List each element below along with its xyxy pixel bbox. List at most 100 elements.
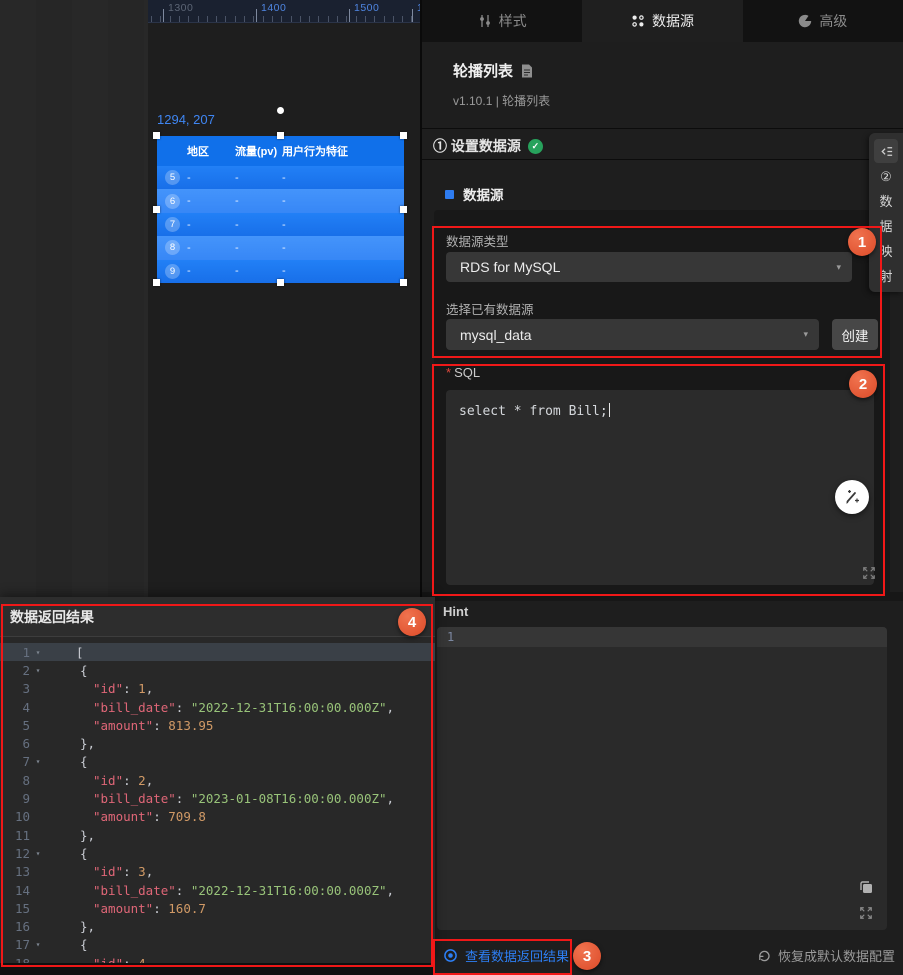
token: 160.7 [168, 900, 206, 916]
ruler-tick [151, 16, 152, 22]
ruler-tick [160, 16, 162, 22]
section-set-datasource[interactable]: ① 设置数据源 ✓ [433, 136, 543, 156]
sql-editor[interactable]: select * from Bill; [446, 390, 874, 585]
fold-arrow-icon[interactable]: ▾ [30, 757, 46, 766]
table-row: 5--- [157, 166, 404, 190]
token: "id" [93, 681, 124, 697]
ruler-tick [309, 16, 311, 22]
token: }, [80, 827, 96, 843]
row-index-badge: 5 [165, 170, 180, 186]
line-number: 17 [14, 937, 30, 953]
fold-arrow-icon[interactable]: ▾ [30, 940, 46, 949]
code-text: "id": 3, [76, 864, 153, 879]
magic-pen-button[interactable] [835, 480, 869, 514]
token: "bill_date" [93, 791, 176, 807]
ruler-tick [402, 16, 404, 22]
line-number: 10 [14, 809, 30, 825]
tab-advanced[interactable]: 高级 [743, 0, 903, 42]
ruler-tick [355, 16, 357, 22]
horizontal-ruler: 1300140015001 [148, 0, 421, 23]
vertical-label-char: 射 [879, 269, 893, 284]
table-row: 7--- [157, 212, 404, 237]
token: : [175, 699, 191, 715]
pie-icon [798, 14, 812, 28]
hint-editor[interactable]: 1 [437, 627, 887, 930]
expand-icon[interactable] [859, 906, 873, 920]
fold-arrow-icon[interactable]: ▾ [30, 648, 46, 657]
ruler-tick [364, 16, 366, 22]
ruler-tick [197, 16, 199, 22]
selection-handle[interactable] [277, 279, 284, 286]
table-rows: 5---6---7---8---9--- [157, 166, 404, 284]
carousel-table-widget[interactable]: 地区 流量(pv) 用户行为特征 5---6---7---8---9--- [153, 132, 407, 286]
copy-icon[interactable] [858, 879, 874, 895]
code-text: "bill_date": "2023-01-08T16:00:00.000Z", [76, 791, 394, 806]
table-cell: - [282, 171, 286, 184]
fold-arrow-icon[interactable]: ▾ [30, 666, 46, 675]
token: "id" [93, 956, 123, 963]
ruler-tick [206, 16, 208, 22]
selection-handle[interactable] [400, 132, 407, 139]
datasource-type-select[interactable]: RDS for MySQL ▾ [446, 252, 852, 282]
tab-datasource[interactable]: 数据源 [582, 0, 743, 42]
selection-handle[interactable] [400, 206, 407, 213]
code-line: 2 ▾ { [0, 661, 435, 679]
selection-handle[interactable] [400, 279, 407, 286]
grid-dots-icon [631, 14, 645, 28]
token: , [145, 772, 154, 788]
line-number: 16 [14, 919, 30, 935]
existing-label: 选择已有数据源 [446, 303, 534, 317]
ruler-tick [318, 16, 320, 22]
view-result-link[interactable]: 查看数据返回结果 [443, 946, 569, 965]
ruler-tick [253, 16, 255, 22]
code-line: 3 "id": 1, [0, 680, 435, 698]
table-cell: - [282, 265, 286, 278]
selection-handle[interactable] [153, 279, 160, 286]
ruler-tick [271, 16, 273, 22]
ruler-tick [216, 16, 218, 22]
create-button[interactable]: 创建 [832, 319, 878, 350]
code-text: "id": 1, [76, 681, 153, 696]
table-cell: - [187, 195, 191, 208]
row-index-badge: 8 [165, 240, 180, 256]
selection-handle[interactable] [277, 132, 284, 139]
widget-coordinates: 1294, 207 [157, 112, 215, 127]
config-panel: 样式 数据源 高级 轮播列表 v1.10.1 | 轮播列表 ① 设置数据源 ✓ … [422, 0, 903, 975]
tab-label: 高级 [819, 13, 848, 29]
token: 709.8 [168, 809, 206, 825]
data-mapping-panel[interactable]: ② 数据映射 [869, 133, 903, 292]
selection-handle[interactable] [153, 132, 160, 139]
token: { [80, 754, 88, 770]
table-cell: - [235, 241, 239, 254]
code-text: [ [76, 645, 84, 660]
table-row: 8--- [157, 236, 404, 260]
line-number: 5 [22, 717, 30, 733]
reset-default-link[interactable]: 恢复成默认数据配置 [757, 946, 895, 965]
tab-style[interactable]: 样式 [422, 0, 582, 42]
code-text: { [76, 754, 88, 769]
rotation-handle[interactable] [277, 107, 284, 114]
table-cell: - [235, 171, 239, 184]
app-root: 1300 1400 1500 1 1294, 207 地区 流量(pv) 用户行为特征 5… [0, 0, 903, 975]
ruler-tick [225, 16, 227, 22]
table-cell: - [187, 171, 191, 184]
vertical-label-char: 映 [879, 244, 893, 259]
token: 2 [138, 772, 146, 788]
selection-handle[interactable] [153, 206, 160, 213]
tab-label: 数据源 [651, 13, 694, 29]
token: : [153, 809, 169, 825]
existing-datasource-select[interactable]: mysql_data ▾ [446, 319, 819, 350]
ruler-tick [262, 16, 264, 22]
code-text: }, [76, 828, 95, 843]
token: 1 [138, 681, 146, 697]
expand-icon[interactable] [862, 566, 876, 580]
fold-arrow-icon[interactable]: ▾ [30, 849, 46, 858]
collapse-panel-icon[interactable] [874, 139, 898, 163]
document-icon[interactable] [521, 64, 533, 78]
ruler-label: 1400 [261, 2, 287, 14]
bottom-strip [0, 963, 435, 975]
table-cell: - [187, 241, 191, 254]
line-number: 4 [22, 699, 30, 715]
json-result-editor[interactable]: 1 ▾[2 ▾{3 "id": 1, 4 "bill_date": "2022-12-31… [0, 637, 435, 963]
divider [422, 159, 903, 160]
